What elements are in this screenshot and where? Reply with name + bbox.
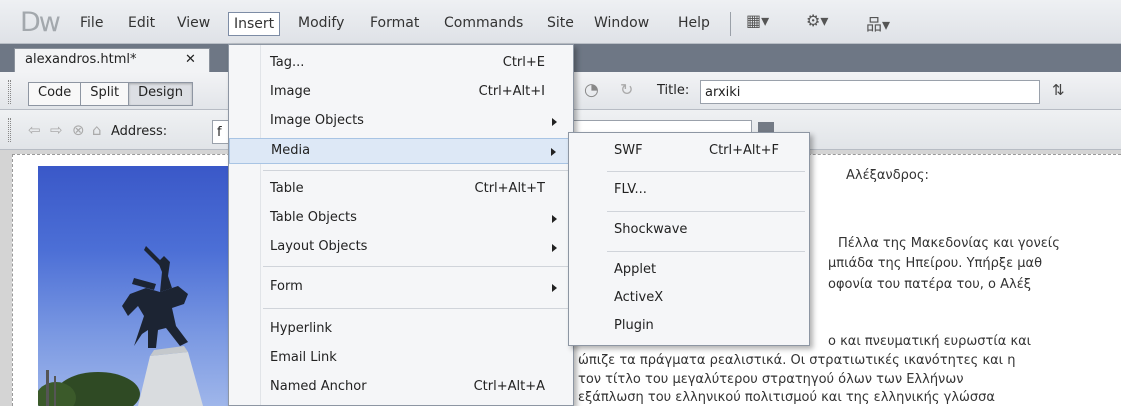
menu-modify[interactable]: Modify — [298, 13, 344, 35]
statue-illustration — [38, 246, 203, 406]
menu-bar: Dw File Edit View Insert Modify Format C… — [0, 0, 1121, 44]
submenu-item-label: Applet — [614, 262, 657, 277]
design-view-button[interactable]: Design — [129, 83, 192, 105]
code-view-button[interactable]: Code — [29, 83, 82, 105]
menu-item-shortcut: Ctrl+Alt+T — [474, 181, 545, 196]
submenu-item-flv[interactable]: FLV... — [569, 178, 809, 204]
page-text-line: ο και πνευματική ευρωστία και — [828, 334, 1032, 349]
menu-item-shortcut: Ctrl+Alt+A — [473, 379, 545, 394]
document-tab[interactable]: alexandros.html* ✕ — [14, 48, 210, 72]
menu-item-shortcut: Ctrl+Alt+I — [478, 84, 545, 99]
extend-gear-icon[interactable]: ⚙▾ — [806, 11, 828, 30]
page-text-line: οφονία του πατέρα του, ο Αλέξ — [828, 277, 1031, 292]
menu-item-media[interactable]: Media — [229, 138, 573, 164]
submenu-item-plugin[interactable]: Plugin — [569, 314, 809, 340]
menu-insert[interactable]: Insert — [228, 12, 281, 36]
toolbar-grip[interactable] — [8, 118, 11, 142]
menu-item-label: Table — [270, 181, 304, 196]
submenu-arrow-icon — [552, 118, 557, 126]
menu-item-label: Hyperlink — [270, 321, 333, 336]
preview-icon[interactable]: ◔ — [584, 80, 599, 100]
page-text-line: εξάπλωση του ελληνικού πολιτισμού και τη… — [578, 390, 995, 405]
submenu-arrow-icon — [552, 284, 557, 292]
menu-separator — [607, 211, 805, 212]
submenu-arrow-icon — [552, 244, 557, 252]
submenu-item-applet[interactable]: Applet — [569, 258, 809, 284]
menu-item-label: Table Objects — [270, 210, 357, 225]
file-management-icon[interactable]: ⇅ — [1052, 81, 1065, 99]
refresh-icon[interactable]: ↻ — [620, 80, 633, 99]
layout-icon[interactable]: ▦▾ — [746, 11, 769, 30]
menu-separator — [263, 170, 571, 171]
submenu-arrow-icon — [552, 215, 557, 223]
menu-separator — [607, 171, 805, 172]
submenu-item-activex[interactable]: ActiveX — [569, 286, 809, 312]
menu-item-layout-objects[interactable]: Layout Objects — [229, 235, 573, 261]
document-tab-label: alexandros.html* — [25, 52, 137, 67]
menu-help[interactable]: Help — [678, 13, 710, 35]
menu-edit[interactable]: Edit — [128, 13, 155, 35]
toolbar-grip[interactable] — [8, 80, 11, 104]
menu-item-label: Email Link — [270, 350, 337, 365]
menu-item-form[interactable]: Form — [229, 275, 573, 301]
toolbar-separator — [730, 12, 731, 36]
submenu-item-swf[interactable]: SWF Ctrl+Alt+F — [569, 139, 809, 165]
menu-item-label: Named Anchor — [270, 379, 367, 394]
submenu-item-label: SWF — [614, 143, 643, 158]
close-icon[interactable]: ✕ — [185, 49, 196, 71]
media-submenu: SWF Ctrl+Alt+F FLV... Shockwave Applet A… — [568, 132, 810, 346]
menu-item-image[interactable]: Image Ctrl+Alt+I — [229, 80, 573, 106]
menu-item-label: Image — [270, 84, 311, 99]
back-icon[interactable]: ⇦ — [28, 121, 41, 139]
menu-item-table-objects[interactable]: Table Objects — [229, 206, 573, 232]
page-text-line: ώπιζε τα πράγματα ρεαλιστικά. Οι στρατιω… — [578, 353, 1016, 368]
home-icon[interactable]: ⌂ — [92, 121, 102, 139]
menu-site[interactable]: Site — [547, 13, 574, 35]
submenu-item-label: Plugin — [614, 318, 654, 333]
menu-commands[interactable]: Commands — [444, 13, 523, 35]
submenu-item-shortcut: Ctrl+Alt+F — [709, 143, 779, 158]
menu-item-label: Tag... — [270, 55, 305, 70]
menu-separator — [607, 251, 805, 252]
menu-item-email-link[interactable]: Email Link — [229, 346, 573, 372]
menu-item-label: Media — [271, 143, 311, 158]
submenu-item-label: ActiveX — [614, 290, 664, 305]
forward-icon[interactable]: ⇨ — [50, 121, 63, 139]
page-heading-text: Αλέξανδρος: — [846, 168, 929, 183]
menu-separator — [263, 266, 571, 267]
dreamweaver-logo: Dw — [20, 7, 61, 38]
title-label: Title: — [657, 83, 690, 98]
site-icon[interactable]: 品▾ — [866, 11, 890, 35]
menu-item-label: Image Objects — [270, 113, 364, 128]
submenu-arrow-icon — [551, 148, 556, 156]
page-text-line: Πέλλα της Μακεδονίας και γονείς — [838, 236, 1060, 251]
page-text-line: μπιάδα της Ηπείρου. Υπήρξε μαθ — [828, 256, 1043, 271]
submenu-item-shockwave[interactable]: Shockwave — [569, 218, 809, 244]
address-label: Address: — [111, 124, 168, 139]
menu-item-table[interactable]: Table Ctrl+Alt+T — [229, 177, 573, 203]
menu-item-shortcut: Ctrl+E — [502, 55, 545, 70]
insert-menu-dropdown: Tag... Ctrl+E Image Ctrl+Alt+I Image Obj… — [228, 44, 574, 406]
submenu-item-label: Shockwave — [614, 222, 688, 237]
stop-icon[interactable]: ⊗ — [72, 121, 85, 139]
menu-item-hyperlink[interactable]: Hyperlink — [229, 317, 573, 343]
menu-item-image-objects[interactable]: Image Objects — [229, 109, 573, 135]
split-view-button[interactable]: Split — [81, 83, 130, 105]
menu-separator — [263, 308, 571, 309]
menu-view[interactable]: View — [177, 13, 210, 35]
menu-file[interactable]: File — [80, 13, 103, 35]
alexander-statue-image[interactable] — [38, 166, 238, 406]
menu-item-label: Form — [270, 279, 303, 294]
page-text-line: τον τίτλο του μεγαλύτερου στρατηγού όλων… — [578, 372, 964, 387]
title-input[interactable] — [700, 80, 1040, 104]
menu-item-tag[interactable]: Tag... Ctrl+E — [229, 51, 573, 77]
menu-format[interactable]: Format — [370, 13, 419, 35]
menu-item-label: Layout Objects — [270, 239, 368, 254]
submenu-item-label: FLV... — [614, 182, 647, 197]
menu-item-named-anchor[interactable]: Named Anchor Ctrl+Alt+A — [229, 375, 573, 401]
view-button-group: Code Split Design — [28, 82, 193, 106]
menu-window[interactable]: Window — [594, 13, 649, 35]
